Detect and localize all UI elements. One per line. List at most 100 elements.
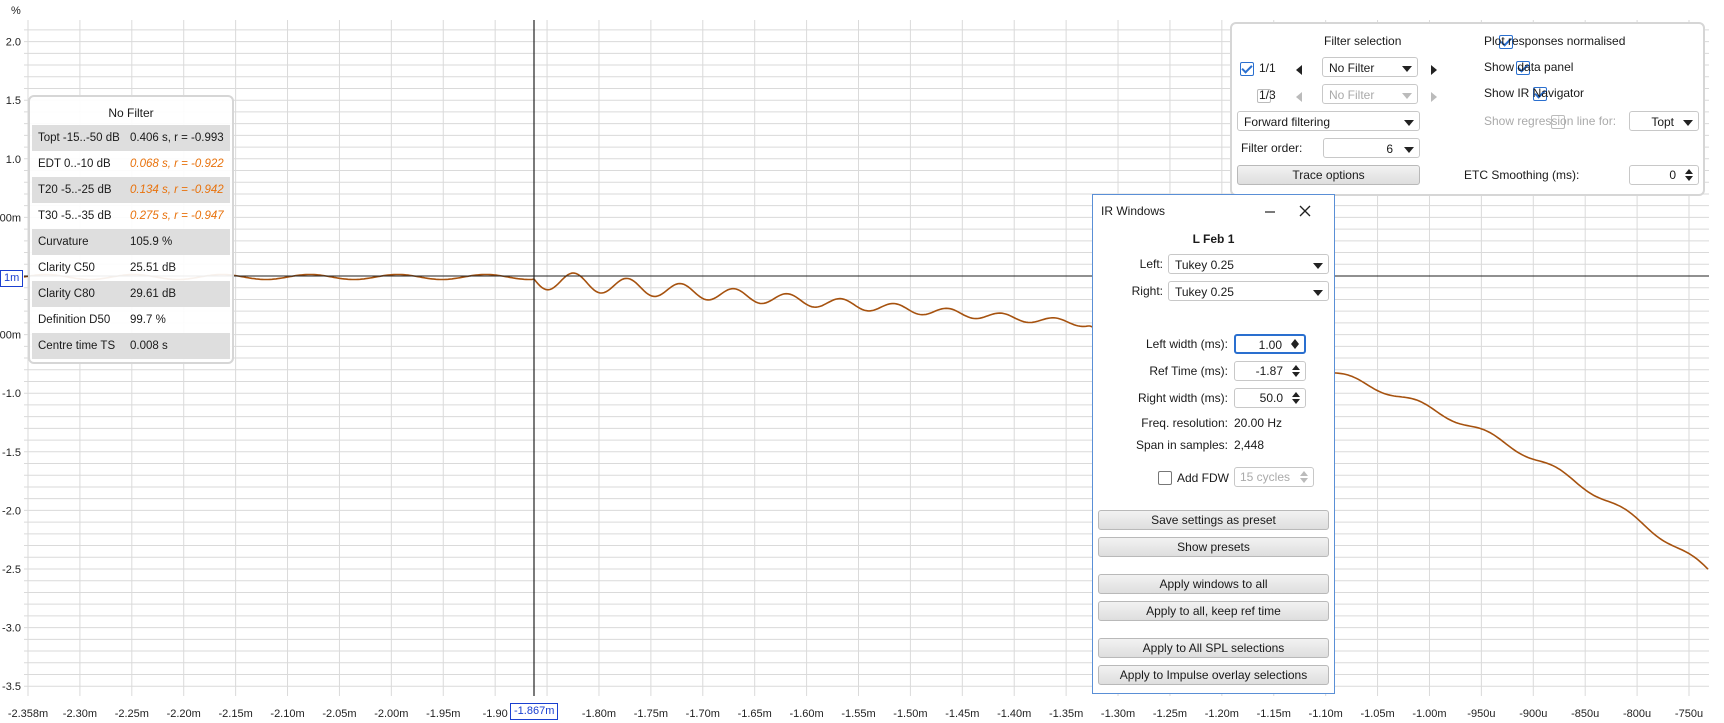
freq-resolution-value: 20.00 Hz	[1234, 416, 1283, 430]
filter1-select[interactable]: No Filter	[1322, 57, 1418, 77]
measurement-name: L Feb 1	[1192, 232, 1235, 246]
minimize-icon[interactable]	[1263, 205, 1277, 219]
y-tick-label: 00m	[0, 212, 21, 224]
filter-order-select[interactable]: 6	[1323, 138, 1420, 158]
filter-selection-heading: Filter selection	[1324, 34, 1402, 48]
x-tick-label: -2.15m	[219, 708, 253, 720]
y-tick-label: -2.5	[2, 564, 21, 576]
metric-label: T20 -5..-25 dB	[38, 184, 112, 196]
apply-all-keep-ref-button[interactable]: Apply to all, keep ref time	[1098, 601, 1329, 621]
data-panel-title: No Filter	[108, 106, 154, 120]
filter-panel: Filter selection 1/1 No Filter 1/3 No Fi…	[1230, 22, 1705, 196]
left-width-label: Left width (ms):	[1145, 337, 1228, 351]
apply-impulse-selections-button[interactable]: Apply to Impulse overlay selections	[1098, 665, 1329, 685]
metric-value: 25.51 dB	[130, 262, 177, 274]
apply-spl-selections-button[interactable]: Apply to All SPL selections	[1098, 638, 1329, 658]
data-panel-row: Clarity C80 29.61 dB	[32, 281, 230, 307]
chevron-down-icon	[1313, 263, 1323, 269]
filter3-prev-icon[interactable]	[1296, 92, 1302, 102]
save-preset-button[interactable]: Save settings as preset	[1098, 510, 1329, 530]
filtering-mode-select[interactable]: Forward filtering	[1237, 111, 1420, 131]
up-icon[interactable]	[1292, 365, 1300, 370]
metric-label: Topt -15..-50 dB	[38, 132, 120, 144]
down-icon[interactable]	[1291, 344, 1299, 349]
x-tick-label: -1.95m	[426, 708, 460, 720]
y-tick-label: -3.5	[2, 681, 21, 693]
close-icon[interactable]	[1298, 204, 1312, 218]
y-tick-label: -1.0	[2, 388, 21, 400]
x-tick-label: -750u	[1675, 708, 1703, 720]
cursor-y-readout: 1m	[0, 270, 24, 287]
metric-label: Definition D50	[38, 314, 111, 326]
metric-value: 99.7 %	[130, 314, 166, 326]
octave-1-label: 1/1	[1259, 61, 1276, 75]
x-tick-label: -1.10m	[1309, 708, 1343, 720]
up-icon[interactable]	[1685, 169, 1693, 174]
trace-options-button[interactable]: Trace options	[1237, 165, 1420, 185]
x-tick-label: -900u	[1519, 708, 1547, 720]
y-tick-label: -3.0	[2, 623, 21, 635]
metric-label: Clarity C80	[38, 288, 95, 300]
chevron-down-icon	[1404, 147, 1414, 153]
right-width-stepper[interactable]: 50.0	[1234, 388, 1306, 408]
data-panel-row: T20 -5..-25 dB 0.134 s, r = -0.942	[32, 177, 230, 203]
x-tick-label: -1.65m	[738, 708, 772, 720]
metric-value: 0.008 s	[130, 340, 168, 352]
apply-windows-all-button[interactable]: Apply windows to all	[1098, 574, 1329, 594]
y-tick-label: 2.0	[6, 37, 21, 49]
down-icon[interactable]	[1292, 372, 1300, 377]
data-panel-row: Centre time TS 0.008 s	[32, 333, 230, 359]
ref-time-stepper[interactable]: -1.87	[1234, 361, 1306, 381]
y-unit-label: %	[11, 5, 21, 17]
left-window-label: Left:	[1139, 257, 1163, 271]
x-tick-label: -950u	[1467, 708, 1495, 720]
x-tick-label: -1.35m	[1049, 708, 1083, 720]
data-panel-row: Clarity C50 25.51 dB	[32, 255, 230, 281]
x-tick-label: -2.05m	[322, 708, 356, 720]
y-tick-label: 00m	[0, 330, 21, 342]
filter3-select[interactable]: No Filter	[1322, 84, 1418, 104]
left-window-select[interactable]: Tukey 0.25	[1168, 254, 1329, 274]
metric-value: 29.61 dB	[130, 288, 177, 300]
x-tick-label: -1.80m	[582, 708, 616, 720]
etc-smoothing-stepper[interactable]: 0	[1629, 165, 1699, 185]
fdw-cycles-stepper[interactable]: 15 cycles	[1234, 467, 1314, 487]
octave-3-label: 1/3	[1259, 88, 1276, 102]
x-tick-label: -1.15m	[1257, 708, 1291, 720]
up-icon[interactable]	[1292, 392, 1300, 397]
filter3-next-icon[interactable]	[1431, 92, 1437, 102]
right-window-select[interactable]: Tukey 0.25	[1168, 281, 1329, 301]
metric-label: T30 -5..-35 dB	[38, 210, 112, 222]
span-samples-label: Span in samples:	[1135, 438, 1228, 452]
plot-normalised-label: Plot responses normalised	[1484, 34, 1626, 48]
down-icon[interactable]	[1300, 478, 1308, 483]
metric-label: Centre time TS	[38, 340, 116, 352]
up-icon[interactable]	[1300, 471, 1308, 476]
x-tick-label: -2.30m	[63, 708, 97, 720]
add-fdw-checkbox[interactable]	[1158, 471, 1172, 485]
regression-select[interactable]: Topt	[1629, 111, 1699, 131]
filter1-prev-icon[interactable]	[1296, 65, 1302, 75]
chevron-down-icon	[1402, 93, 1412, 99]
right-width-label: Right width (ms):	[1137, 391, 1228, 405]
ir-windows-titlebar[interactable]: IR Windows	[1093, 195, 1334, 227]
cursor-x-readout: -1.867m	[510, 703, 559, 720]
show-regression-label: Show regression line for:	[1484, 114, 1617, 128]
x-tick-label: -2.358m	[8, 708, 48, 720]
freq-resolution-label: Freq. resolution:	[1141, 416, 1228, 430]
span-samples-value: 2,448	[1234, 438, 1265, 452]
down-icon[interactable]	[1685, 176, 1693, 181]
filter1-next-icon[interactable]	[1431, 65, 1437, 75]
x-tick-label: -1.25m	[1153, 708, 1187, 720]
y-tick-label: 1.0	[6, 154, 21, 166]
data-panel-rows: Topt -15..-50 dB 0.406 s, r = -0.993 EDT 0…	[32, 125, 230, 359]
down-icon[interactable]	[1292, 399, 1300, 404]
left-width-stepper[interactable]: 1.00	[1234, 334, 1306, 354]
octave-1-checkbox[interactable]	[1240, 61, 1254, 76]
impulse-trace	[23, 272, 1709, 570]
show-data-panel-label: Show data panel	[1484, 60, 1574, 74]
chevron-down-icon	[1683, 120, 1693, 126]
ir-windows-title: IR Windows	[1101, 204, 1166, 218]
show-presets-button[interactable]: Show presets	[1098, 537, 1329, 557]
metric-value: 0.275 s, r = -0.947	[130, 210, 224, 222]
